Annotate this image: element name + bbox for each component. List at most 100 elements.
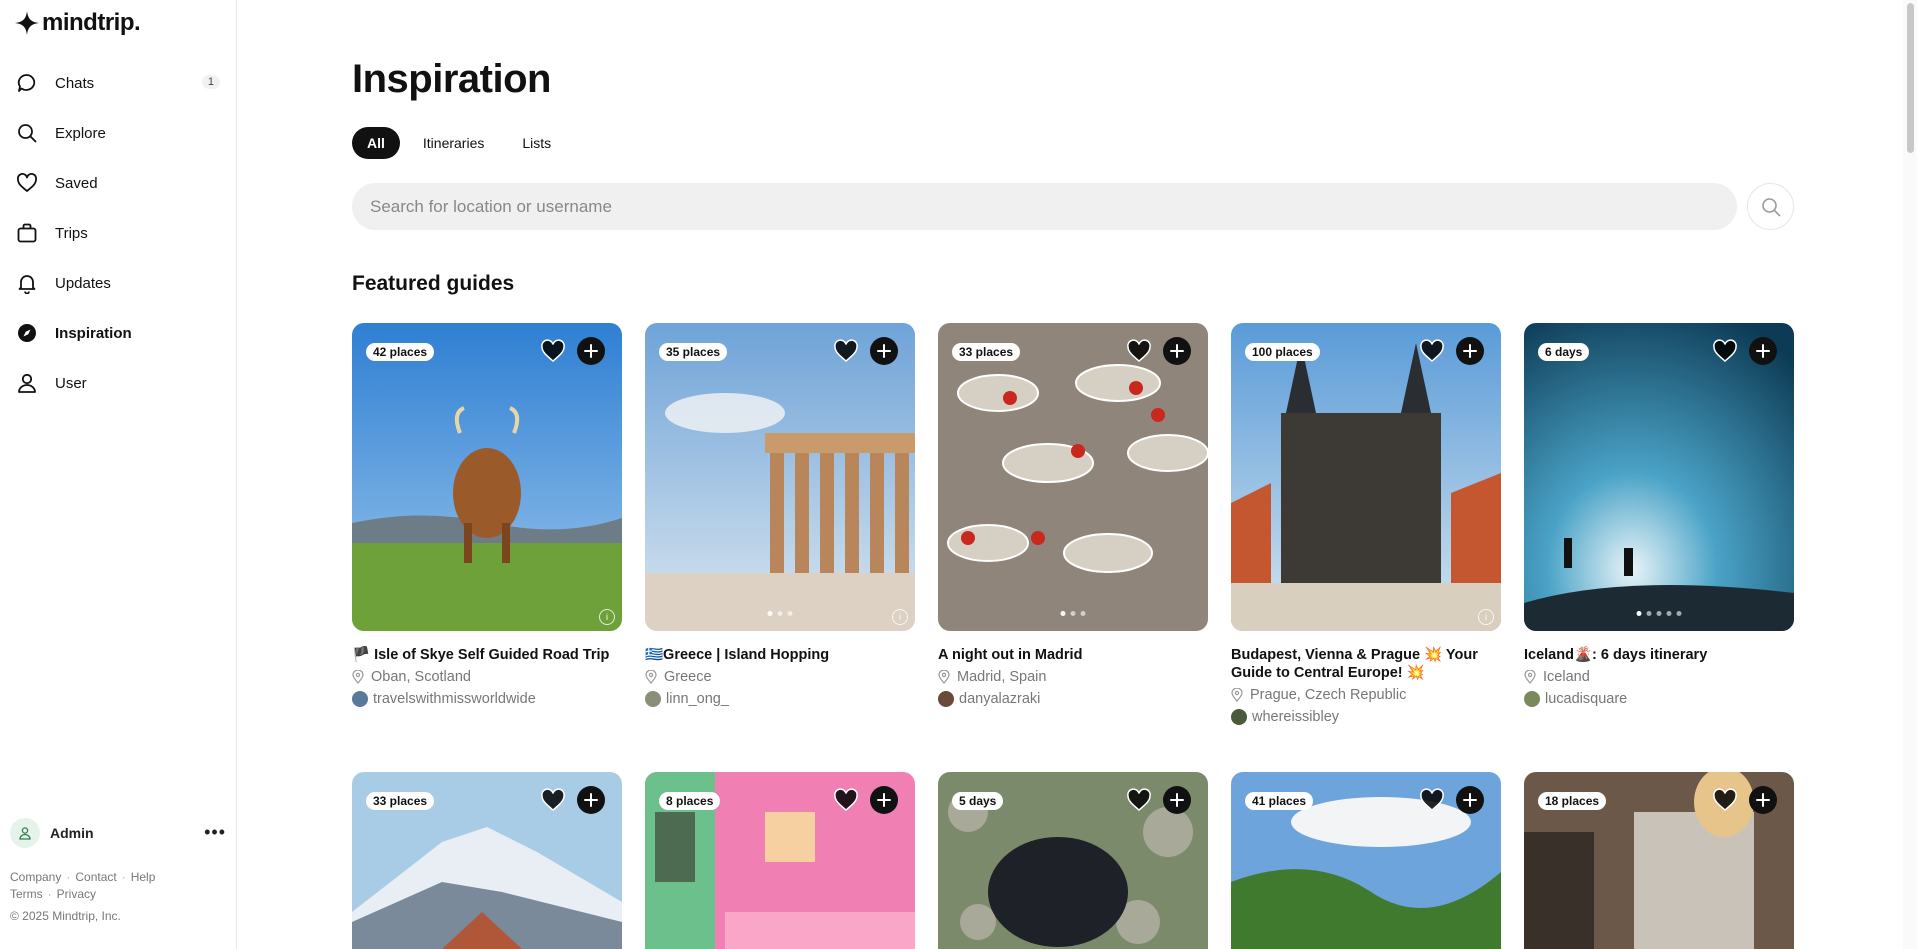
plus-icon <box>1756 793 1770 807</box>
guide-image[interactable]: 8 places <box>645 772 915 949</box>
guide-card[interactable]: 100 places i Budapest, Vienna & Prague 💥… <box>1231 323 1501 725</box>
carousel-dot[interactable] <box>777 611 783 616</box>
tab-all[interactable]: All <box>352 127 400 159</box>
map-pin-icon <box>1524 670 1536 684</box>
add-to-trip-button[interactable] <box>870 337 898 365</box>
guide-image[interactable]: 33 places <box>352 772 622 949</box>
carousel-dots[interactable] <box>767 611 793 616</box>
plus-icon <box>1463 344 1477 358</box>
guide-card[interactable]: 42 places i 🏴 Isle of Skye Self Guided R… <box>352 323 622 725</box>
guide-image[interactable]: 35 places i <box>645 323 915 631</box>
guide-image[interactable]: 18 places <box>1524 772 1794 949</box>
add-to-trip-button[interactable] <box>1163 786 1191 814</box>
add-to-trip-button[interactable] <box>870 786 898 814</box>
scrollbar-thumb[interactable] <box>1907 3 1914 153</box>
page-scrollbar[interactable] <box>1903 0 1917 949</box>
guide-author[interactable]: linn_ong_ <box>645 691 915 707</box>
carousel-dot[interactable] <box>767 611 773 616</box>
guide-card[interactable]: 33 places A night out in Madrid Madrid, … <box>938 323 1208 725</box>
heart-icon[interactable] <box>1712 338 1738 364</box>
carousel-dot[interactable] <box>1666 611 1672 616</box>
carousel-dot[interactable] <box>1676 611 1682 616</box>
heart-icon[interactable] <box>1419 338 1445 364</box>
guide-title[interactable]: Iceland🌋: 6 days itinerary <box>1524 646 1794 664</box>
heart-icon[interactable] <box>833 787 859 813</box>
guide-image[interactable]: 41 places <box>1231 772 1501 949</box>
add-to-trip-button[interactable] <box>577 337 605 365</box>
carousel-dot[interactable] <box>1070 611 1076 616</box>
guide-image[interactable]: 6 days <box>1524 323 1794 631</box>
guide-author[interactable]: whereissibley <box>1231 709 1501 725</box>
search-input[interactable] <box>352 183 1737 230</box>
heart-icon[interactable] <box>833 338 859 364</box>
days-count-badge: 5 days <box>952 792 1004 810</box>
guide-card[interactable]: 33 places <box>352 772 622 949</box>
guide-image[interactable]: 33 places <box>938 323 1208 631</box>
account-menu[interactable]: Admin ••• <box>10 818 226 848</box>
sidebar-item-label: User <box>55 374 87 392</box>
guide-author[interactable]: travelswithmissworldwide <box>352 691 622 707</box>
map-pin-icon <box>645 670 657 684</box>
ice-cave-photo <box>1524 323 1794 631</box>
heart-icon[interactable] <box>540 787 566 813</box>
guides-grid-row-2: 33 places 8 places 5 days 41 places 18 p… <box>352 772 1794 949</box>
add-to-trip-button[interactable] <box>1749 337 1777 365</box>
guide-card[interactable]: 18 places <box>1524 772 1794 949</box>
company-link[interactable]: Company <box>10 870 61 884</box>
carousel-dot[interactable] <box>1636 611 1642 616</box>
heart-icon[interactable] <box>1419 787 1445 813</box>
guide-card[interactable]: 41 places <box>1231 772 1501 949</box>
guide-image[interactable]: 5 days <box>938 772 1208 949</box>
privacy-link[interactable]: Privacy <box>57 887 96 901</box>
compass-icon <box>16 322 38 344</box>
guide-author[interactable]: danyalazraki <box>938 691 1208 707</box>
info-icon[interactable]: i <box>892 609 908 625</box>
suitcase-icon <box>16 222 38 244</box>
carousel-dot[interactable] <box>1080 611 1086 616</box>
guide-image[interactable]: 42 places i <box>352 323 622 631</box>
carousel-dot[interactable] <box>1060 611 1066 616</box>
add-to-trip-button[interactable] <box>1749 786 1777 814</box>
carousel-dots[interactable] <box>1636 611 1682 616</box>
sidebar-item-explore[interactable]: Explore <box>0 108 236 158</box>
contact-link[interactable]: Contact <box>75 870 116 884</box>
guide-card[interactable]: 35 places i 🇬🇷Greece | Island Hopping Gr… <box>645 323 915 725</box>
guide-card[interactable]: 5 days <box>938 772 1208 949</box>
carousel-dot[interactable] <box>1656 611 1662 616</box>
carousel-dot[interactable] <box>1646 611 1652 616</box>
guide-image[interactable]: 100 places i <box>1231 323 1501 631</box>
add-to-trip-button[interactable] <box>1456 337 1484 365</box>
add-to-trip-button[interactable] <box>577 786 605 814</box>
guide-card[interactable]: 6 days Iceland🌋: 6 days itinerary Icelan… <box>1524 323 1794 725</box>
more-options-button[interactable]: ••• <box>204 822 226 843</box>
heart-icon[interactable] <box>1712 787 1738 813</box>
tab-itineraries[interactable]: Itineraries <box>408 127 499 159</box>
help-link[interactable]: Help <box>131 870 156 884</box>
guide-card[interactable]: 8 places <box>645 772 915 949</box>
sidebar-item-user[interactable]: User <box>0 358 236 408</box>
sidebar-item-trips[interactable]: Trips <box>0 208 236 258</box>
add-to-trip-button[interactable] <box>1456 786 1484 814</box>
tab-lists[interactable]: Lists <box>507 127 566 159</box>
info-icon[interactable]: i <box>1478 609 1494 625</box>
prague-church-photo <box>1231 323 1501 631</box>
terms-link[interactable]: Terms <box>10 887 43 901</box>
info-icon[interactable]: i <box>599 609 615 625</box>
heart-icon[interactable] <box>540 338 566 364</box>
add-to-trip-button[interactable] <box>1163 337 1191 365</box>
sidebar-item-inspiration[interactable]: Inspiration <box>0 308 236 358</box>
guide-title[interactable]: Budapest, Vienna & Prague 💥 Your Guide t… <box>1231 646 1501 682</box>
guide-author[interactable]: lucadisquare <box>1524 691 1794 707</box>
logo[interactable]: mindtrip. <box>14 9 141 37</box>
guide-title[interactable]: A night out in Madrid <box>938 646 1208 664</box>
guide-title[interactable]: 🇬🇷Greece | Island Hopping <box>645 646 915 664</box>
sidebar-item-updates[interactable]: Updates <box>0 258 236 308</box>
sidebar-item-saved[interactable]: Saved <box>0 158 236 208</box>
sidebar-item-chats[interactable]: Chats 1 <box>0 58 236 108</box>
guide-title[interactable]: 🏴 Isle of Skye Self Guided Road Trip <box>352 646 622 664</box>
carousel-dot[interactable] <box>787 611 793 616</box>
heart-icon[interactable] <box>1126 338 1152 364</box>
heart-icon[interactable] <box>1126 787 1152 813</box>
search-button[interactable] <box>1747 183 1794 230</box>
carousel-dots[interactable] <box>1060 611 1086 616</box>
